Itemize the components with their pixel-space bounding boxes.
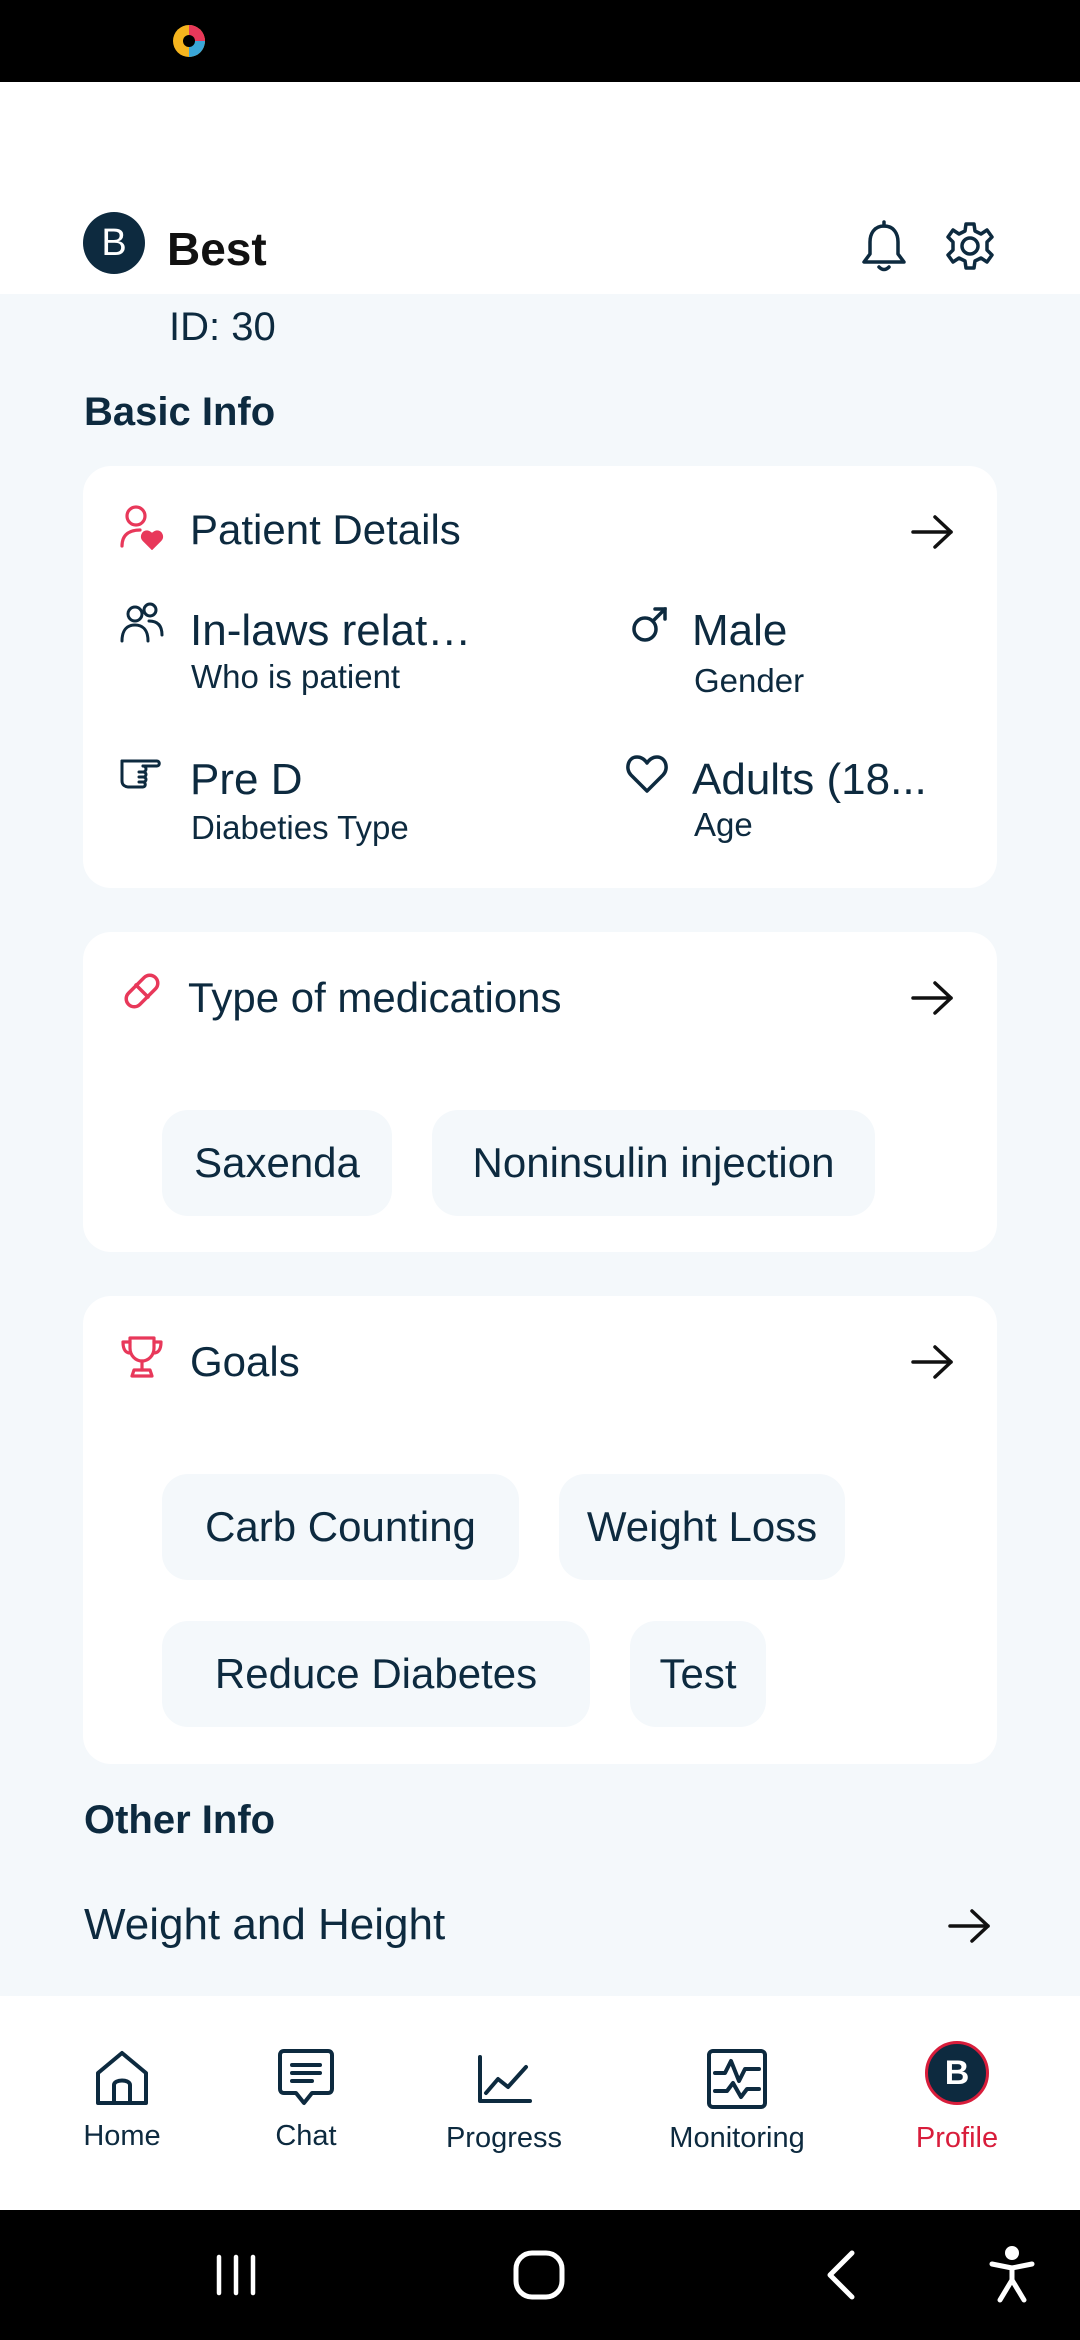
goal-chip: Test bbox=[630, 1621, 766, 1727]
home-icon bbox=[96, 2051, 148, 2105]
medication-chip: Noninsulin injection bbox=[432, 1110, 875, 1216]
goal-chip: Reduce Diabetes bbox=[162, 1621, 590, 1727]
who-is-patient-value: In-laws relatives (d... bbox=[190, 606, 480, 655]
arrow-right-icon[interactable] bbox=[909, 1342, 957, 1382]
back-system-button[interactable] bbox=[816, 2210, 866, 2340]
weight-height-row[interactable]: Weight and Height bbox=[84, 1900, 445, 1950]
accessibility-icon bbox=[989, 2246, 1035, 2303]
patient-details-title: Patient Details bbox=[190, 506, 461, 553]
age-value: Adults (18... bbox=[692, 755, 927, 804]
pill-icon bbox=[124, 973, 160, 1009]
system-nav-bar bbox=[0, 2210, 1080, 2340]
profile-avatar: B bbox=[925, 2041, 989, 2105]
settings-button[interactable] bbox=[944, 220, 996, 274]
heart-icon bbox=[626, 755, 668, 793]
people-icon bbox=[120, 602, 164, 643]
status-bar bbox=[0, 0, 1080, 82]
male-icon bbox=[632, 607, 667, 642]
diabetes-type-value: Pre D bbox=[190, 755, 303, 804]
profile-header bbox=[0, 82, 1080, 294]
arrow-right-icon[interactable] bbox=[946, 1906, 994, 1946]
accessibility-button[interactable] bbox=[984, 2210, 1040, 2340]
back-chevron-icon bbox=[827, 2250, 855, 2300]
home-system-button[interactable] bbox=[506, 2210, 572, 2340]
user-id: ID: 30 bbox=[169, 305, 276, 349]
other-info-heading: Other Info bbox=[84, 1798, 276, 1842]
pointing-hand-icon bbox=[120, 759, 161, 789]
basic-info-heading: Basic Info bbox=[84, 390, 276, 434]
nav-home[interactable]: Home bbox=[62, 1996, 182, 2210]
nav-monitoring[interactable]: Monitoring bbox=[655, 1996, 819, 2210]
goal-chip: Carb Counting bbox=[162, 1474, 519, 1580]
gender-label: Gender bbox=[694, 662, 805, 699]
recent-apps-icon bbox=[216, 2254, 256, 2296]
patient-details-card[interactable]: Patient Details In-laws relatives (d... … bbox=[83, 466, 997, 888]
nav-progress[interactable]: Progress bbox=[434, 1996, 574, 2210]
age-label: Age bbox=[694, 806, 753, 843]
nav-profile[interactable]: B Profile bbox=[897, 1996, 1017, 2210]
chat-icon bbox=[278, 2049, 334, 2105]
who-is-patient-label: Who is patient bbox=[191, 658, 401, 695]
goal-chip: Weight Loss bbox=[559, 1474, 845, 1580]
bottom-nav: Home Chat Progress Monitoring B Profile bbox=[0, 1996, 1080, 2210]
goals-title: Goals bbox=[190, 1338, 300, 1385]
user-name: Best bbox=[167, 223, 267, 275]
progress-chart-icon bbox=[478, 2055, 532, 2103]
gender-value: Male bbox=[692, 606, 788, 655]
bell-icon bbox=[862, 220, 906, 272]
medication-chip: Saxenda bbox=[162, 1110, 392, 1216]
avatar[interactable]: B bbox=[83, 212, 145, 274]
nav-home-label: Home bbox=[83, 2120, 161, 2152]
trophy-icon bbox=[121, 1336, 163, 1378]
medications-card[interactable]: Type of medications Saxenda Noninsulin i… bbox=[83, 932, 997, 1252]
diabetes-type-label: Diabeties Type bbox=[191, 809, 409, 846]
nav-progress-label: Progress bbox=[445, 2122, 563, 2154]
notifications-button[interactable] bbox=[858, 220, 910, 274]
arrow-right-icon[interactable] bbox=[909, 512, 957, 552]
gear-icon bbox=[946, 222, 994, 270]
medications-title: Type of medications bbox=[188, 974, 562, 1021]
nav-monitoring-label: Monitoring bbox=[669, 2122, 805, 2154]
nav-chat[interactable]: Chat bbox=[246, 1996, 366, 2210]
app-logo-icon bbox=[173, 25, 205, 57]
recent-apps-button[interactable] bbox=[206, 2210, 266, 2340]
home-square-icon bbox=[513, 2250, 565, 2300]
patient-heart-icon bbox=[120, 505, 164, 550]
nav-profile-label: Profile bbox=[915, 2122, 999, 2154]
goals-card[interactable]: Goals Carb Counting Weight Loss Reduce D… bbox=[83, 1296, 997, 1764]
nav-chat-label: Chat bbox=[275, 2120, 337, 2152]
monitoring-icon bbox=[707, 2049, 767, 2109]
arrow-right-icon[interactable] bbox=[909, 978, 957, 1018]
